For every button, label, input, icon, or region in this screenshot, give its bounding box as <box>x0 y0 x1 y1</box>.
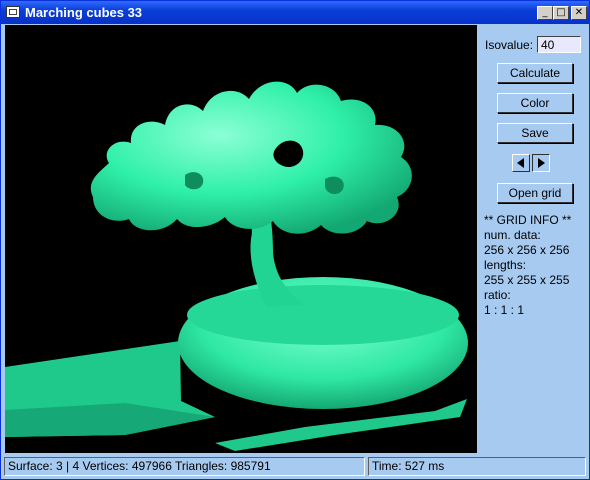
close-button[interactable]: ✕ <box>571 6 587 20</box>
geometry-status: Surface: 3 | 4 Vertices: 497966 Triangle… <box>4 457 365 476</box>
lengths-label: lengths: <box>484 258 527 272</box>
color-button[interactable]: Color <box>497 93 573 113</box>
tree-canopy <box>90 81 412 234</box>
render-viewport[interactable] <box>5 25 477 453</box>
open-grid-button[interactable]: Open grid <box>497 183 573 203</box>
canopy-gap-2 <box>185 172 204 190</box>
app-window: Marching cubes 33 _ □ ✕ Isovalue: 40 Cal… <box>0 0 590 480</box>
minimize-icon: _ <box>542 7 548 18</box>
title-bar[interactable]: Marching cubes 33 _ □ ✕ <box>1 1 589 24</box>
pot-rim <box>187 285 459 345</box>
save-button[interactable]: Save <box>497 123 573 143</box>
calculate-button[interactable]: Calculate <box>497 63 573 83</box>
grid-info: ** GRID INFO ** num. data: 256 x 256 x 2… <box>484 213 571 318</box>
control-panel: Isovalue: 40 Calculate Color Save Open g… <box>477 25 589 453</box>
previous-surface-button[interactable] <box>512 154 530 172</box>
minimize-button[interactable]: _ <box>537 6 553 20</box>
num-data-label: num. data: <box>484 228 541 242</box>
next-surface-button[interactable] <box>532 154 550 172</box>
isovalue-label: Isovalue: <box>485 38 534 52</box>
app-icon[interactable] <box>6 6 20 18</box>
time-status: Time: 527 ms <box>368 457 586 476</box>
isovalue-input[interactable]: 40 <box>537 36 581 53</box>
grid-info-heading: ** GRID INFO ** <box>484 213 572 227</box>
num-data-value: 256 x 256 x 256 <box>484 243 570 257</box>
ratio-label: ratio: <box>484 288 511 302</box>
ratio-value: 1 : 1 : 1 <box>484 303 525 317</box>
maximize-icon: □ <box>556 7 566 18</box>
lengths-value: 255 x 255 x 255 <box>484 273 570 287</box>
window-title: Marching cubes 33 <box>25 5 143 20</box>
canopy-gap-3 <box>325 176 344 195</box>
status-bar: Surface: 3 | 4 Vertices: 497966 Triangle… <box>1 456 589 478</box>
close-icon: ✕ <box>574 7 584 18</box>
maximize-button[interactable]: □ <box>553 6 569 20</box>
rendered-surface <box>5 81 468 451</box>
